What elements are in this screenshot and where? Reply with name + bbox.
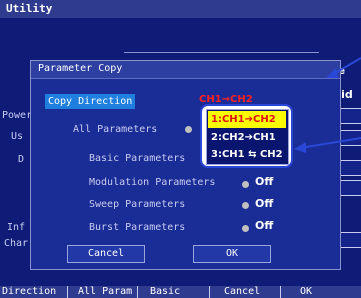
softkey-divider (67, 286, 68, 298)
parameter-copy-dialog: Parameter Copy Copy Direction CH1→CH2 Al… (30, 60, 341, 270)
direction-option[interactable]: 3:CH1 ⇆ CH2 (208, 146, 286, 163)
burst-parameters-radio[interactable] (242, 225, 249, 232)
sweep-parameters-radio[interactable] (242, 202, 249, 209)
softkey-ok[interactable]: OK (300, 286, 312, 298)
dropdown-list: 1:CH1➔CH2 2:CH2➔CH1 3:CH1 ⇆ CH2 (206, 109, 289, 165)
background-label: Us (11, 131, 24, 142)
copy-direction-field[interactable]: Copy Direction (45, 94, 136, 109)
sweep-parameters-label[interactable]: Sweep Parameters (89, 199, 185, 210)
modulation-parameters-radio[interactable] (242, 181, 249, 188)
background-label: Char (4, 238, 29, 249)
softkey-divider (137, 286, 138, 298)
modulation-parameters-value[interactable]: Off (255, 175, 273, 188)
softkey-direction[interactable]: Direction (2, 286, 56, 298)
dialog-title-bar: Parameter Copy (31, 61, 340, 79)
cancel-button[interactable]: Cancel (67, 245, 145, 263)
all-parameters-radio[interactable] (185, 126, 192, 133)
copy-direction-dropdown[interactable]: 1:CH1➔CH2 2:CH2➔CH1 3:CH1 ⇆ CH2 (200, 104, 293, 168)
background-label: Inf (7, 222, 26, 233)
sweep-parameters-value[interactable]: Off (255, 197, 273, 210)
softkey-basic[interactable]: Basic (150, 286, 180, 298)
burst-parameters-label[interactable]: Burst Parameters (89, 222, 185, 233)
all-parameters-label[interactable]: All Parameters (73, 124, 157, 135)
direction-option[interactable]: 2:CH2➔CH1 (208, 129, 286, 146)
modulation-parameters-label[interactable]: Modulation Parameters (89, 177, 215, 188)
basic-parameters-label[interactable]: Basic Parameters (89, 153, 185, 164)
softkey-divider (209, 286, 210, 298)
softkey-all-param[interactable]: All Param (78, 286, 132, 298)
dialog-title: Parameter Copy (38, 63, 123, 74)
ok-button[interactable]: OK (193, 245, 271, 263)
softkey-cancel[interactable]: Cancel (224, 286, 260, 298)
screen: Utility E Power Us D Inf Char ble Valid … (0, 0, 361, 298)
background-label: Power (2, 110, 33, 121)
background-frame (124, 52, 319, 59)
background-label: D (18, 154, 25, 165)
window-title: Utility (6, 2, 53, 15)
direction-option[interactable]: 1:CH1➔CH2 (208, 111, 286, 128)
softkey-divider (280, 286, 281, 298)
title-bar: Utility (0, 0, 361, 18)
burst-parameters-value[interactable]: Off (255, 219, 273, 232)
softkey-bar: Direction All Param Basic Cancel OK (0, 286, 361, 298)
